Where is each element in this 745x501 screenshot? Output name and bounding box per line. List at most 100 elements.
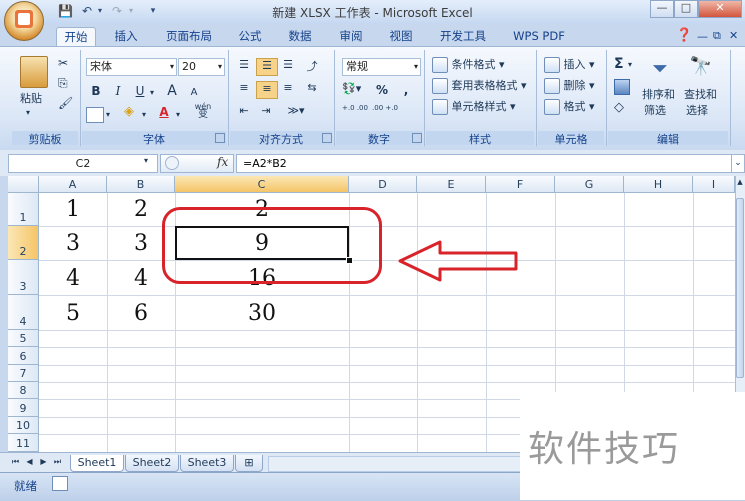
font-launcher-icon[interactable] xyxy=(215,133,225,143)
row-header-3[interactable]: 3 xyxy=(8,260,39,295)
insert-function-button[interactable]: fx xyxy=(217,155,228,169)
row-header-2[interactable]: 2 xyxy=(8,226,39,260)
clear-icon[interactable]: ◇ xyxy=(614,100,624,115)
increase-decimal-button[interactable]: +.0 .00 xyxy=(342,104,368,122)
row-header-11[interactable]: 11 xyxy=(8,434,39,452)
cell-b4[interactable]: 6 xyxy=(107,301,175,326)
italic-button[interactable]: I xyxy=(108,82,128,100)
orientation-icon[interactable]: ≫▾ xyxy=(282,104,310,120)
tab-wps-pdf[interactable]: WPS PDF xyxy=(506,27,572,46)
align-left-icon[interactable]: ≡ xyxy=(234,81,254,97)
format-as-table-button[interactable]: 套用表格格式 ▾ xyxy=(432,77,527,95)
borders-icon[interactable] xyxy=(86,107,104,123)
phonetic-button[interactable]: wén 变 xyxy=(190,103,216,121)
conditional-format-button[interactable]: 条件格式 ▾ xyxy=(432,56,505,74)
first-sheet-icon[interactable]: ⏮ xyxy=(10,456,21,468)
next-sheet-icon[interactable]: ▶ xyxy=(38,456,49,468)
formula-scroll-icon[interactable] xyxy=(165,156,179,170)
column-header-c[interactable]: C xyxy=(175,176,349,193)
column-header-g[interactable]: G xyxy=(555,176,624,193)
ribbon-close-icon[interactable]: ✕ xyxy=(729,29,738,42)
cut-icon[interactable]: ✂ xyxy=(58,56,68,70)
row-header-9[interactable]: 9 xyxy=(8,399,39,417)
format-painter-icon[interactable]: 🖌 xyxy=(58,96,73,110)
sheet-tab-1[interactable]: Sheet1 xyxy=(70,455,124,472)
number-launcher-icon[interactable] xyxy=(412,133,422,143)
horizontal-scrollbar[interactable] xyxy=(268,456,522,472)
align-middle-icon[interactable]: ☰ xyxy=(256,58,278,76)
delete-cells-button[interactable]: 删除 ▾ xyxy=(544,77,595,95)
align-center-icon[interactable]: ≡ xyxy=(256,81,278,99)
autosum-dropdown-icon[interactable]: ▾ xyxy=(628,60,632,69)
tab-developer[interactable]: 开发工具 xyxy=(432,27,494,46)
number-format-combo[interactable]: 常规 ▾ xyxy=(342,58,421,76)
column-header-a[interactable]: A xyxy=(39,176,107,193)
sheet-tab-3[interactable]: Sheet3 xyxy=(180,455,234,472)
scroll-up-icon[interactable]: ▲ xyxy=(735,178,745,190)
grow-font-button[interactable]: A xyxy=(162,82,182,100)
bold-button[interactable]: B xyxy=(86,82,106,100)
column-header-f[interactable]: F xyxy=(486,176,555,193)
align-bottom-icon[interactable]: ☰ xyxy=(278,58,298,74)
formula-input[interactable]: =A2*B2 xyxy=(236,154,737,173)
minimize-button[interactable]: — xyxy=(650,0,674,18)
alignment-launcher-icon[interactable] xyxy=(322,133,332,143)
font-name-dropdown-icon[interactable]: ▾ xyxy=(170,59,174,75)
shrink-font-button[interactable]: A xyxy=(184,84,204,102)
cell-a1[interactable]: 1 xyxy=(39,197,107,222)
paste-icon[interactable] xyxy=(20,56,48,88)
paste-dropdown-icon[interactable]: ▾ xyxy=(26,108,30,117)
comma-button[interactable]: , xyxy=(396,81,416,99)
underline-button[interactable]: U xyxy=(130,82,150,100)
row-header-6[interactable]: 6 xyxy=(8,347,39,365)
tab-home[interactable]: 开始 xyxy=(56,27,96,47)
font-size-dropdown-icon[interactable]: ▾ xyxy=(218,59,222,75)
row-header-5[interactable]: 5 xyxy=(8,330,39,347)
macro-record-icon[interactable] xyxy=(52,476,68,491)
row-header-10[interactable]: 10 xyxy=(8,417,39,434)
expand-formula-icon[interactable]: ⌄ xyxy=(731,154,745,173)
accounting-format-icon[interactable]: 💱▾ xyxy=(342,82,368,98)
cell-styles-button[interactable]: 单元格样式 ▾ xyxy=(432,98,516,116)
prev-sheet-icon[interactable]: ◀ xyxy=(24,456,35,468)
row-header-1[interactable]: 1 xyxy=(8,193,39,226)
tab-view[interactable]: 视图 xyxy=(382,27,420,46)
fill-color-dropdown-icon[interactable]: ▾ xyxy=(142,110,146,119)
decrease-decimal-button[interactable]: .00 +.0 xyxy=(372,104,398,122)
restore-button[interactable]: □ xyxy=(674,0,698,18)
borders-dropdown-icon[interactable]: ▾ xyxy=(106,110,110,119)
vertical-scroll-thumb[interactable] xyxy=(736,198,744,378)
column-header-e[interactable]: E xyxy=(417,176,486,193)
last-sheet-icon[interactable]: ⏭ xyxy=(52,456,63,468)
fill-down-icon[interactable] xyxy=(614,79,630,95)
decrease-indent-icon[interactable]: ⇤ xyxy=(234,104,254,120)
tab-data[interactable]: 数据 xyxy=(280,27,320,46)
column-header-d[interactable]: D xyxy=(349,176,417,193)
tab-insert[interactable]: 插入 xyxy=(106,27,146,46)
align-right-icon[interactable]: ≡ xyxy=(278,81,298,97)
column-header-i[interactable]: I xyxy=(693,176,735,193)
font-name-combo[interactable]: 宋体 ▾ xyxy=(86,58,177,76)
name-box[interactable]: C2 xyxy=(8,154,158,173)
paste-button[interactable]: 粘贴 xyxy=(20,90,42,108)
ribbon-restore-icon[interactable]: ⧉ xyxy=(713,29,721,43)
autosum-button[interactable]: Σ xyxy=(614,56,624,72)
office-button[interactable] xyxy=(4,1,44,41)
align-top-icon[interactable]: ☰ xyxy=(234,58,254,74)
close-button[interactable]: ✕ xyxy=(698,0,742,18)
tab-formulas[interactable]: 公式 xyxy=(232,27,268,46)
copy-icon[interactable]: ⎘ xyxy=(58,76,68,91)
column-header-h[interactable]: H xyxy=(624,176,693,193)
row-header-8[interactable]: 8 xyxy=(8,382,39,399)
sheet-tab-2[interactable]: Sheet2 xyxy=(125,455,179,472)
select-all-corner[interactable] xyxy=(8,176,39,193)
name-box-dropdown-icon[interactable]: ▾ xyxy=(144,156,148,165)
number-format-dropdown-icon[interactable]: ▾ xyxy=(414,59,418,75)
cell-a4[interactable]: 5 xyxy=(39,301,107,326)
sort-filter-label-2[interactable]: 筛选 xyxy=(644,102,666,120)
cell-a2[interactable]: 3 xyxy=(39,231,107,256)
increase-indent-icon[interactable]: ⇥ xyxy=(256,104,276,120)
help-icon[interactable]: ❓ xyxy=(676,28,692,43)
insert-sheet-button[interactable]: ⊞ xyxy=(235,455,263,472)
font-color-button[interactable]: A xyxy=(154,103,174,121)
